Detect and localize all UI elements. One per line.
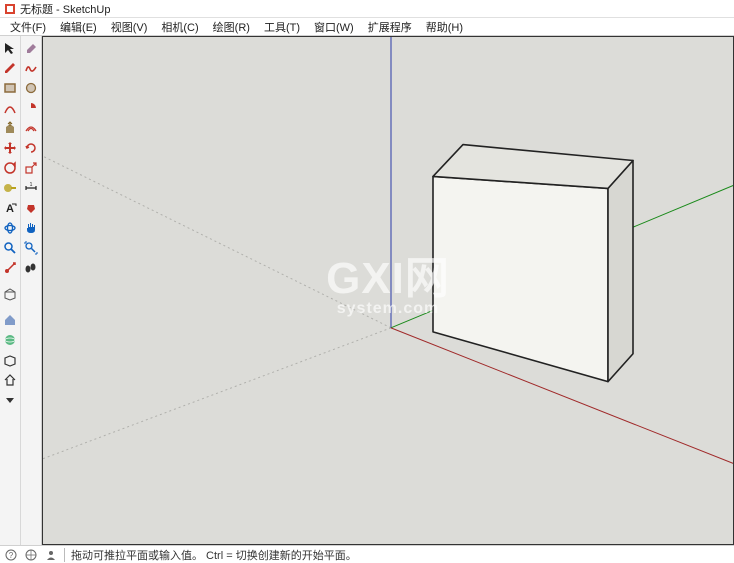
orbit-tool-icon[interactable] [1, 218, 20, 237]
status-divider [64, 548, 65, 562]
text-tool-icon[interactable]: A [1, 198, 20, 217]
circle-tool-icon[interactable] [22, 78, 41, 97]
offset-tool-icon[interactable] [22, 118, 41, 137]
status-hint: 拖动可推拉平面或输入值。 Ctrl = 切换创建新的开始平面。 [71, 547, 357, 563]
line-tool-icon[interactable] [1, 58, 20, 77]
geo-icon[interactable] [24, 548, 38, 562]
dimension-tool-icon[interactable]: 1 [22, 178, 41, 197]
home-icon[interactable] [1, 370, 20, 389]
layer-icon[interactable] [1, 310, 20, 329]
scene-svg [43, 37, 733, 544]
pie-tool-icon[interactable] [22, 98, 41, 117]
menu-view[interactable]: 视图(V) [105, 18, 154, 36]
person-icon[interactable] [44, 548, 58, 562]
main-area: A 1 GXI网 system.com [0, 36, 734, 545]
menu-tools[interactable]: 工具(T) [258, 18, 306, 36]
menu-camera[interactable]: 相机(C) [155, 18, 204, 36]
window-title: 无标题 - SketchUp [20, 1, 110, 17]
pan-tool-icon[interactable] [22, 218, 41, 237]
svg-text:1: 1 [30, 182, 33, 188]
select-tool-icon[interactable] [1, 38, 20, 57]
menubar: 文件(F) 编辑(E) 视图(V) 相机(C) 绘图(R) 工具(T) 窗口(W… [0, 18, 734, 36]
scale-tool-icon[interactable] [22, 158, 41, 177]
tape-tool-icon[interactable] [1, 178, 20, 197]
toolbar-column-2: 1 [21, 36, 42, 545]
titlebar: 无标题 - SketchUp [0, 0, 734, 18]
section-plane-icon[interactable] [1, 284, 20, 303]
help-icon[interactable]: ? [4, 548, 18, 562]
rotate-tool-icon[interactable] [22, 138, 41, 157]
menu-draw[interactable]: 绘图(R) [207, 18, 256, 36]
app-logo-icon [4, 3, 16, 15]
menu-extensions[interactable]: 扩展程序 [362, 18, 418, 36]
paint-tool-icon[interactable] [22, 198, 41, 217]
viewport-3d[interactable]: GXI网 system.com [42, 36, 734, 545]
menu-window[interactable]: 窗口(W) [308, 18, 360, 36]
zoomextents-tool-icon[interactable] [22, 238, 41, 257]
pushpull-tool-icon[interactable] [1, 118, 20, 137]
toolbar-column-1: A [0, 36, 21, 545]
eraser-tool-icon[interactable] [22, 38, 41, 57]
openbuilding-icon[interactable] [1, 350, 20, 369]
walk-tool-icon[interactable] [22, 258, 41, 277]
addlocation-icon[interactable] [1, 330, 20, 349]
arc-tool-icon[interactable] [1, 98, 20, 117]
tool-separator [21, 278, 41, 284]
menu-file[interactable]: 文件(F) [4, 18, 52, 36]
zoom-tool-icon[interactable] [1, 238, 20, 257]
menu-help[interactable]: 帮助(H) [420, 18, 469, 36]
followme-tool-icon[interactable] [1, 158, 20, 177]
rectangle-tool-icon[interactable] [1, 78, 20, 97]
svg-text:A: A [6, 203, 14, 215]
position-camera-icon[interactable] [1, 258, 20, 277]
arrowdown-icon[interactable] [1, 390, 20, 409]
freehand-tool-icon[interactable] [22, 58, 41, 77]
menu-edit[interactable]: 编辑(E) [54, 18, 103, 36]
statusbar: ? 拖动可推拉平面或输入值。 Ctrl = 切换创建新的开始平面。 [0, 545, 734, 563]
move-tool-icon[interactable] [1, 138, 20, 157]
svg-text:?: ? [9, 551, 14, 560]
